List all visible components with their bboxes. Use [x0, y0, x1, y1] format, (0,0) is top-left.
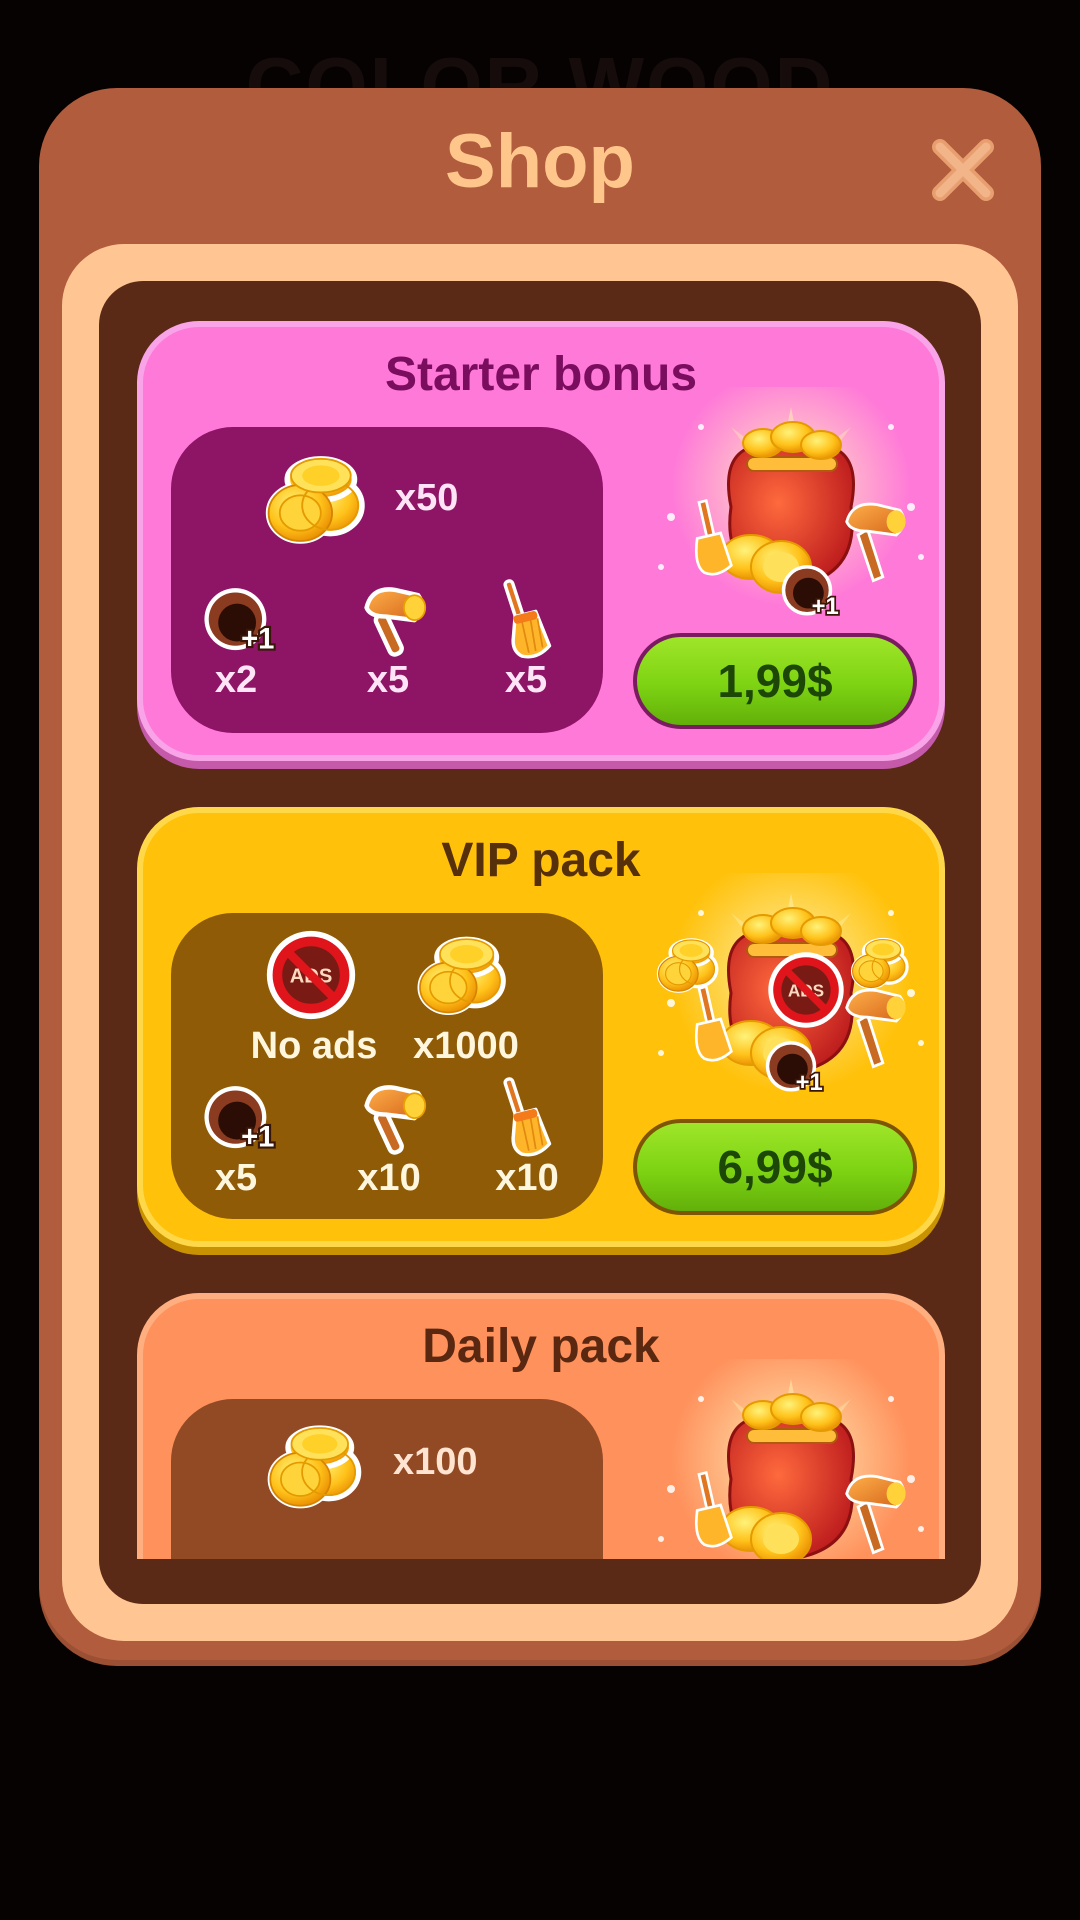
shop-list-background: Starter bonus x50 x2 x5 x5 1,99$ VIP pac…	[99, 281, 981, 1604]
pack-card-starter-bonus: Starter bonus x50 x2 x5 x5 1,99$	[137, 321, 945, 761]
hole-amount: x5	[214, 1157, 258, 1199]
no-ads-badge-icon	[765, 949, 847, 1031]
coins-amount: x100	[393, 1441, 478, 1483]
dialog-title: Shop	[445, 119, 635, 204]
hammer-icon	[359, 1079, 431, 1159]
pack-contents-panel: No ads x1000 x5 x10 x10	[171, 913, 603, 1219]
shop-frame: Starter bonus x50 x2 x5 x5 1,99$ VIP pac…	[62, 244, 1018, 1641]
broom-amount: x5	[504, 659, 548, 701]
coins-icon	[655, 933, 725, 997]
hole-plus-one-icon	[201, 581, 287, 659]
hole-amount: x2	[214, 659, 258, 701]
coins-icon	[849, 933, 915, 993]
close-button[interactable]	[919, 126, 1007, 214]
hole-plus-one-badge-icon	[779, 559, 849, 623]
pack-card-vip: VIP pack No ads x1000 x5 x10 x10 6,99$	[137, 807, 945, 1247]
hole-plus-one-icon	[201, 1079, 287, 1157]
hammer-amount: x5	[366, 659, 410, 701]
pack-list[interactable]: Starter bonus x50 x2 x5 x5 1,99$ VIP pac…	[137, 321, 945, 1559]
hole-plus-one-badge-icon	[763, 1035, 833, 1099]
coins-icon	[415, 929, 515, 1021]
hammer-amount: x10	[357, 1157, 421, 1199]
broom-icon	[497, 1075, 559, 1161]
broom-icon	[497, 577, 559, 663]
pack-contents-panel: x100	[171, 1399, 603, 1559]
coins-amount: x1000	[413, 1025, 519, 1067]
broom-amount: x10	[495, 1157, 559, 1199]
no-ads-label: No ads	[250, 1025, 378, 1067]
coins-icon	[263, 447, 375, 551]
buy-button-starter-bonus[interactable]: 1,99$	[633, 633, 917, 729]
coins-amount: x50	[395, 477, 459, 519]
no-ads-icon	[263, 927, 359, 1023]
treasure-bag-icon	[641, 1359, 931, 1559]
coins-icon	[265, 1417, 371, 1515]
pack-card-daily: Daily pack x100	[137, 1293, 945, 1559]
hammer-icon	[359, 581, 431, 661]
close-x-icon	[932, 139, 994, 201]
buy-button-vip-pack[interactable]: 6,99$	[633, 1119, 917, 1215]
shop-dialog: Shop Starter bonus x50 x2 x5 x5 1,99$ VI…	[39, 88, 1041, 1666]
pack-contents-panel: x50 x2 x5 x5	[171, 427, 603, 733]
